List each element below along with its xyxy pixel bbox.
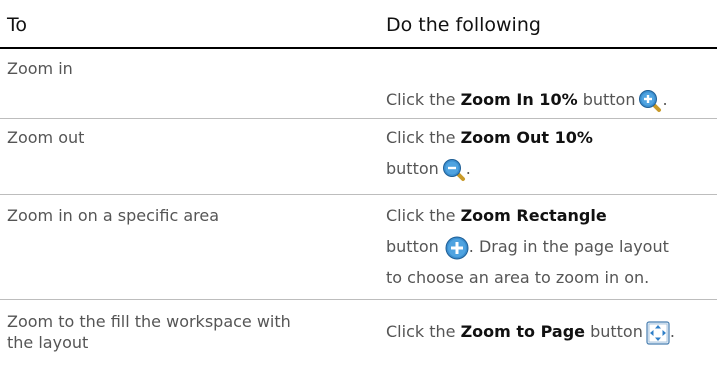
row-zoom-to-page-suffix: button (585, 322, 643, 341)
row-divider (0, 194, 717, 195)
row-zoom-in-suffix: button (577, 90, 636, 109)
header-to: To (7, 14, 28, 36)
row-zoom-in-prefix: Click the (386, 90, 461, 109)
row-zoom-in-do: Click the Zoom In 10% button . (386, 88, 668, 113)
row-zoom-rectangle-command: Zoom Rectangle (460, 206, 607, 225)
row-zoom-out-command: Zoom Out 10% (460, 128, 593, 147)
row-divider (0, 299, 717, 300)
header-rule (0, 47, 717, 49)
row-zoom-out-do-line2: button . (386, 157, 471, 182)
zoom-to-page-icon (646, 320, 670, 345)
period: . (662, 90, 668, 109)
row-zoom-rectangle-prefix: Click the (386, 206, 461, 225)
row-zoom-rectangle-to: Zoom in on a specific area (7, 206, 220, 225)
row-zoom-out-line2: button (386, 159, 439, 178)
row-zoom-to-page-do: Click the Zoom to Page button . (386, 320, 675, 345)
row-zoom-rectangle-do-line3: to choose an area to zoom in on. (386, 268, 650, 287)
period: . (465, 159, 471, 178)
row-zoom-rectangle-line2-suffix: . Drag in the page layout (468, 237, 669, 256)
row-zoom-to-page-to-line2: the layout (7, 333, 89, 352)
row-zoom-out-to: Zoom out (7, 128, 85, 147)
zoom-in-icon (638, 89, 662, 113)
row-zoom-to-page-to-line1: Zoom to the fill the workspace with (7, 312, 291, 331)
zoom-rectangle-icon (445, 236, 469, 260)
row-zoom-out-do-line1: Click the Zoom Out 10% (386, 126, 593, 150)
row-zoom-rectangle-line2: button (386, 237, 439, 256)
row-divider (0, 118, 717, 119)
row-zoom-rectangle-do-line2: button . Drag in the page layout (386, 235, 669, 260)
row-zoom-rectangle-do-line1: Click the Zoom Rectangle (386, 204, 607, 228)
row-zoom-in-to: Zoom in (7, 59, 73, 78)
row-zoom-to-page-command: Zoom to Page (460, 322, 585, 341)
row-zoom-to-page-prefix: Click the (386, 322, 461, 341)
zoom-out-icon (442, 158, 466, 182)
period: . (669, 322, 675, 341)
row-zoom-in-command: Zoom In 10% (460, 90, 578, 109)
header-do-the-following: Do the following (386, 14, 541, 36)
row-zoom-out-prefix: Click the (386, 128, 461, 147)
